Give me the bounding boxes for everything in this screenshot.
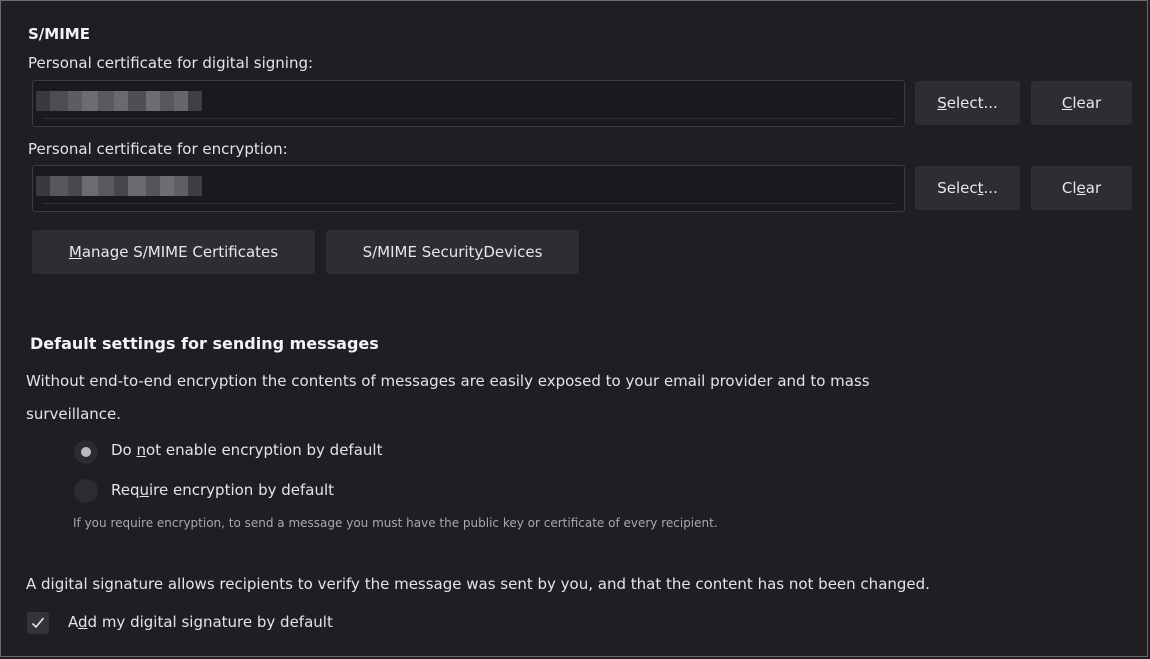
signing-cert-label: Personal certificate for digital signing…	[28, 54, 314, 72]
digital-signature-checkbox[interactable]	[27, 612, 49, 634]
manage-certificates-button[interactable]: Manage S/MIME Certificates	[32, 230, 315, 274]
signing-clear-button[interactable]: Clear	[1031, 81, 1132, 125]
radio-require-encryption-label[interactable]: Require encryption by default	[111, 481, 334, 499]
encryption-description-line1: Without end-to-end encryption the conten…	[26, 372, 870, 390]
encryption-cert-field[interactable]	[32, 165, 905, 212]
signature-description: A digital signature allows recipients to…	[26, 575, 930, 593]
encryption-cert-label: Personal certificate for encryption:	[28, 140, 288, 158]
radio-no-encryption[interactable]	[74, 440, 98, 464]
digital-signature-label[interactable]: Add my digital signature by default	[68, 613, 333, 631]
smime-heading: S/MIME	[28, 25, 90, 43]
signing-cert-field[interactable]	[32, 80, 905, 127]
security-devices-button[interactable]: S/MIME Securit y Devices	[326, 230, 579, 274]
encryption-select-button[interactable]: Selec t...	[915, 166, 1020, 210]
field-underline	[43, 203, 894, 204]
encryption-description-line2: surveillance.	[26, 405, 122, 423]
encryption-note: If you require encryption, to send a mes…	[73, 516, 718, 530]
redacted-cert-name	[36, 91, 202, 111]
radio-no-encryption-label[interactable]: Do not enable encryption by default	[111, 441, 382, 459]
signing-select-button[interactable]: Select...	[915, 81, 1020, 125]
default-settings-heading: Default settings for sending messages	[30, 334, 379, 353]
radio-require-encryption[interactable]	[74, 479, 98, 503]
encryption-clear-button[interactable]: Cl e ar	[1031, 166, 1132, 210]
checkmark-icon	[31, 617, 45, 629]
settings-panel: S/MIME Personal certificate for digital …	[0, 0, 1148, 657]
redacted-cert-name	[36, 176, 202, 196]
field-underline	[43, 118, 894, 119]
